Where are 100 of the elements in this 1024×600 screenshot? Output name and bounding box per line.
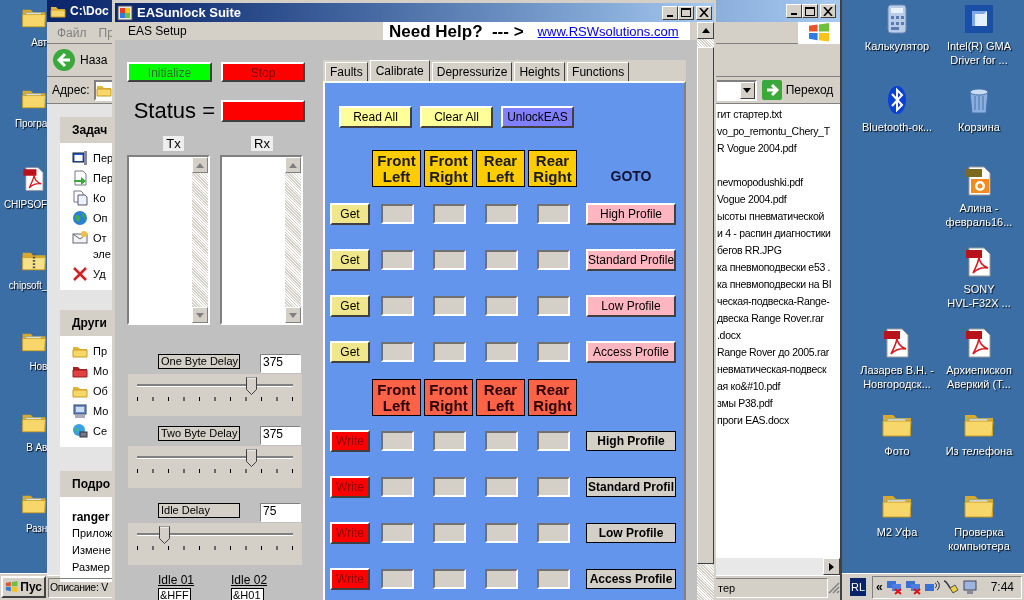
tab[interactable]: Faults [325, 62, 368, 81]
value-field[interactable] [537, 204, 570, 224]
profile-button[interactable]: Access Profile [586, 341, 676, 363]
file-item[interactable]: Vogue 2004.pdf [717, 191, 787, 208]
slider-thumb[interactable] [245, 377, 257, 395]
value-field[interactable] [381, 477, 414, 497]
file-item[interactable]: R Vogue 2004.pdf [717, 140, 797, 157]
plug-icon[interactable] [942, 579, 959, 595]
icon-label[interactable]: Калькулятор [864, 39, 930, 53]
file-item[interactable]: .docx [717, 327, 741, 344]
maximize-button[interactable] [802, 4, 818, 18]
value-field[interactable] [485, 431, 518, 451]
file-item[interactable]: vo_po_remontu_Chery_T [717, 123, 830, 140]
value-field[interactable] [381, 250, 414, 270]
icon-label[interactable]: Корзина [958, 120, 1000, 134]
maximize-button[interactable] [678, 5, 694, 20]
file-item[interactable]: змы P38.pdf [717, 395, 773, 412]
file-item[interactable]: невматическая-подвеск [717, 361, 827, 378]
icon-label[interactable]: CHIPSOF [3, 198, 47, 212]
tab[interactable]: Heights [514, 62, 566, 81]
value-field[interactable] [381, 569, 414, 589]
file-item[interactable]: ая ко&#10.pdf [717, 378, 781, 395]
icon-label[interactable]: SONY HVL-F32X ... [947, 282, 1011, 310]
value-field[interactable] [433, 477, 466, 497]
task-link[interactable]: Се [93, 423, 108, 439]
file-item[interactable]: Range Rover до 2005.rar [717, 344, 829, 361]
value-field[interactable] [381, 204, 414, 224]
icon-label[interactable]: chipsoft_ [8, 279, 47, 293]
value-field[interactable] [381, 342, 414, 362]
value-field[interactable] [485, 523, 518, 543]
value-field[interactable]: &HFF [158, 588, 191, 600]
file-item[interactable]: проги EAS.docx [717, 412, 789, 429]
get-button[interactable]: Get [330, 341, 370, 363]
icon-label[interactable]: Алина - февраль16... [945, 201, 1013, 229]
list-box[interactable] [127, 155, 210, 325]
icon-label[interactable]: Из телефона [945, 444, 1013, 458]
minimize-button[interactable] [786, 4, 802, 18]
initialize-button[interactable]: Initialize [127, 62, 212, 82]
task-link[interactable]: Мо [93, 403, 109, 419]
task-link[interactable]: Пр [93, 343, 108, 359]
file-item[interactable]: ка пневмоподвески на BI [717, 276, 832, 293]
back-button[interactable]: Наза [52, 48, 108, 72]
slider[interactable] [128, 446, 302, 488]
icon-label[interactable]: Intel(R) GMA Driver for ... [946, 39, 1012, 67]
network-error-icon[interactable] [885, 579, 902, 595]
show-hidden-icons-button[interactable]: « [876, 578, 883, 596]
value-field[interactable] [485, 296, 518, 316]
website-link[interactable]: www.RSWsolutions.com [537, 24, 679, 38]
value-field[interactable] [537, 342, 570, 362]
tab[interactable]: Functions [567, 62, 630, 81]
value-field[interactable] [537, 523, 570, 543]
value-field[interactable] [485, 342, 518, 362]
scroll-up-button[interactable] [697, 22, 714, 39]
task-link[interactable]: Мо [93, 363, 109, 379]
value-field[interactable] [433, 431, 466, 451]
get-button[interactable]: Get [330, 249, 370, 271]
close-button[interactable] [820, 4, 836, 18]
close-button[interactable] [696, 5, 712, 20]
file-item[interactable]: ысоты пневматической [717, 208, 825, 225]
task-link[interactable]: Пер [93, 150, 114, 166]
value-field[interactable] [485, 477, 518, 497]
slider[interactable] [128, 523, 302, 565]
slider-thumb[interactable] [158, 526, 170, 544]
value-field[interactable] [537, 250, 570, 270]
go-button[interactable]: Переход [761, 80, 834, 100]
file-item[interactable]: ка пневмоподвески е53 . [717, 259, 831, 276]
get-button[interactable]: Get [330, 295, 370, 317]
action-button[interactable]: UnlockEAS [501, 106, 574, 128]
value-field[interactable] [381, 523, 414, 543]
value-field[interactable] [433, 204, 466, 224]
icon-label[interactable]: Проверка компьютера [948, 525, 1010, 553]
file-item[interactable]: ческая-подвеска-Range- [717, 293, 830, 310]
tab[interactable]: Calibrate [369, 60, 430, 81]
value-field[interactable] [537, 477, 570, 497]
file-item[interactable]: nevmopodushki.pdf [717, 174, 803, 191]
file-item[interactable]: двеска Range Rover.rar [717, 310, 824, 327]
address-field[interactable] [93, 79, 113, 101]
icon-label[interactable]: Лазарев В.Н. - Новгородск... [860, 363, 934, 391]
address-field[interactable] [716, 79, 757, 101]
file-item[interactable]: гит стартер.txt [717, 106, 782, 123]
file-item[interactable]: и 4 - распин диагностики [717, 225, 831, 242]
slider-thumb[interactable] [245, 449, 257, 467]
icon-label[interactable]: Фото [884, 444, 910, 458]
task-link[interactable]: Ко [93, 190, 106, 206]
scrollbar[interactable] [192, 157, 208, 323]
dropdown-button[interactable] [739, 81, 755, 99]
icon-label[interactable]: Bluetooth-ок... [861, 120, 933, 134]
value-field[interactable] [433, 523, 466, 543]
profile-button[interactable]: High Profile [586, 203, 676, 225]
file-item[interactable]: бегов RR.JPG [717, 242, 782, 259]
icon-label[interactable]: В Ав [26, 441, 47, 455]
icon-label[interactable]: Програ [15, 117, 47, 131]
value-field[interactable] [433, 342, 466, 362]
menu-item[interactable]: EAS Setup [128, 22, 187, 40]
task-link[interactable]: Оп [93, 210, 108, 226]
minimize-button[interactable] [662, 5, 678, 20]
value-field[interactable]: 375 [260, 426, 301, 445]
value-field[interactable] [433, 296, 466, 316]
value-field[interactable] [381, 431, 414, 451]
value-field[interactable]: 375 [260, 354, 301, 373]
